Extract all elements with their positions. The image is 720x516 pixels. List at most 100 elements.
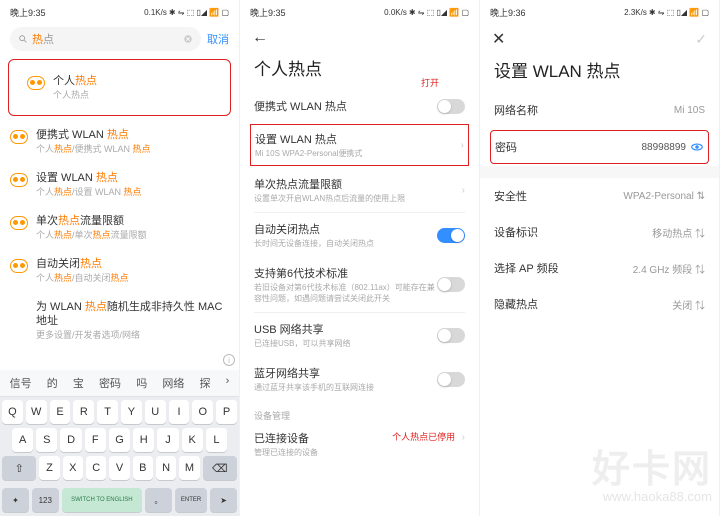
hotspot-icon (10, 259, 28, 273)
send-key[interactable]: ➤ (210, 488, 237, 512)
header: ✕ ✓ (480, 23, 719, 55)
key-n[interactable]: N (156, 456, 176, 480)
kb-row: ⇧ ZXCVBNM ⌫ (2, 456, 237, 480)
key-z[interactable]: Z (39, 456, 59, 480)
key-x[interactable]: X (63, 456, 83, 480)
status-icons: 0.0K/s✱ ⇋ ⬚ ▯◢ 📶 ▢ (384, 8, 469, 17)
result-highlight: 个人热点 个人热点 (8, 59, 231, 116)
kb-row: ASDFGHJKL (2, 428, 237, 452)
key-l[interactable]: L (206, 428, 227, 452)
row-network-name[interactable]: 网络名称 Mi 10S (480, 92, 719, 128)
chevron-right-icon: › (462, 432, 465, 443)
search-icon (18, 34, 28, 44)
info-icon[interactable]: i (223, 354, 235, 366)
key-p[interactable]: P (216, 400, 237, 424)
key-m[interactable]: M (179, 456, 199, 480)
toggle-auto-off[interactable] (437, 228, 465, 243)
row-password[interactable]: 密码 88998899 (491, 131, 708, 163)
search-result[interactable]: 便携式 WLAN 热点 个人热点/便携式 WLAN 热点 (0, 120, 239, 163)
row-auto-off[interactable]: 自动关闭热点 长时间无设备连接，自动关闭热点 (240, 213, 479, 257)
key-y[interactable]: Y (121, 400, 142, 424)
row-ap-band[interactable]: 选择 AP 频段 2.4 GHz 频段 ⇅ (480, 250, 719, 286)
backspace-key[interactable]: ⌫ (203, 456, 237, 480)
key-t[interactable]: T (97, 400, 118, 424)
hotspot-icon (27, 76, 45, 90)
key-e[interactable]: E (50, 400, 71, 424)
key-d[interactable]: D (60, 428, 81, 452)
key-o[interactable]: O (192, 400, 213, 424)
key-a[interactable]: A (12, 428, 33, 452)
status-time: 晚上9:36 (490, 6, 526, 19)
keyboard: i 信号 的 宝 密码 吗 网络 探 › QWERTYUIOP ASDFGHJK… (0, 370, 239, 516)
key-k[interactable]: K (182, 428, 203, 452)
cancel-button[interactable]: 取消 (207, 31, 229, 47)
screen-set-wlan: 晚上9:36 2.3K/s✱ ⇋ ⬚ ▯◢ 📶 ▢ ✕ ✓ 设置 WLAN 热点… (480, 0, 720, 516)
key-r[interactable]: R (73, 400, 94, 424)
kb-sugg-item[interactable]: 探 (199, 375, 212, 391)
status-bar: 晚上9:35 0.1K/s✱ ⇋ ⬚ ▯◢ 📶 ▢ (0, 0, 239, 23)
numeric-key[interactable]: 123 (32, 488, 59, 512)
status-bar: 晚上9:35 0.0K/s✱ ⇋ ⬚ ▯◢ 📶 ▢ (240, 0, 479, 23)
search-result[interactable]: 单次热点流量限额 个人热点/单次热点流量限额 (0, 206, 239, 249)
status-time: 晚上9:35 (10, 6, 46, 19)
row-device-id[interactable]: 设备标识 移动热点 ⇅ (480, 214, 719, 250)
row-wifi6[interactable]: 支持第6代技术标准 若旧设备对第6代技术标准（802.11ax）可能存在兼容性问… (240, 257, 479, 312)
search-result[interactable]: 自动关闭热点 个人热点/自动关闭热点 (0, 249, 239, 292)
toggle-usb[interactable] (437, 328, 465, 343)
screen-hotspot-main: 晚上9:35 0.0K/s✱ ⇋ ⬚ ▯◢ 📶 ▢ ← 个人热点 打开 便携式 … (240, 0, 480, 516)
kb-sugg-item[interactable]: 的 (46, 375, 59, 391)
emoji-key[interactable]: ✦ (2, 488, 29, 512)
row-security[interactable]: 安全性 WPA2-Personal ⇅ (480, 178, 719, 214)
screen-search: 晚上9:35 0.1K/s✱ ⇋ ⬚ ▯◢ 📶 ▢ 热点 取消 个人热点 个人热… (0, 0, 240, 516)
period-key[interactable]: 。 (145, 488, 172, 512)
row-bt-tether[interactable]: 蓝牙网络共享 通过蓝牙共享该手机的互联网连接 (240, 357, 479, 401)
kb-sugg-item[interactable]: 信号 (9, 375, 33, 391)
key-v[interactable]: V (109, 456, 129, 480)
search-input[interactable]: 热点 (32, 31, 179, 47)
search-box[interactable]: 热点 (10, 27, 201, 51)
key-w[interactable]: W (26, 400, 47, 424)
kb-sugg-item[interactable]: 吗 (135, 375, 148, 391)
search-bar: 热点 取消 (0, 23, 239, 55)
row-data-limit[interactable]: 单次热点流量限额 设置单次开启WLAN热点后流量的使用上限 › (240, 168, 479, 212)
enter-key[interactable]: ENTER (175, 488, 207, 512)
row-set-wlan[interactable]: 设置 WLAN 热点 Mi 10S WPA2-Personal便携式 › (251, 125, 468, 165)
close-button[interactable]: ✕ (492, 29, 505, 49)
key-c[interactable]: C (86, 456, 106, 480)
eye-icon[interactable] (690, 140, 704, 154)
key-j[interactable]: J (157, 428, 178, 452)
hotspot-icon (10, 216, 28, 230)
open-label: 打开 (419, 76, 441, 89)
kb-sugg-item[interactable]: 网络 (161, 375, 185, 391)
hotspot-icon (10, 130, 28, 144)
kb-sugg-item[interactable]: 宝 (72, 375, 85, 391)
shift-key[interactable]: ⇧ (2, 456, 36, 480)
key-f[interactable]: F (85, 428, 106, 452)
key-g[interactable]: G (109, 428, 130, 452)
toggle-portable[interactable] (437, 99, 465, 114)
search-result[interactable]: 设置 WLAN 热点 个人热点/设置 WLAN 热点 (0, 163, 239, 206)
status-icons: 0.1K/s✱ ⇋ ⬚ ▯◢ 📶 ▢ (144, 8, 229, 17)
row-usb-tether[interactable]: USB 网络共享 已连接USB，可以共享网络 (240, 313, 479, 357)
search-result[interactable]: 为 WLAN 热点随机生成非持久性 MAC 地址 更多设置/开发者选项/网络 (0, 292, 239, 349)
key-i[interactable]: I (169, 400, 190, 424)
key-b[interactable]: B (133, 456, 153, 480)
search-result[interactable]: 个人热点 个人热点 (17, 66, 222, 109)
toggle-bt[interactable] (437, 372, 465, 387)
key-h[interactable]: H (133, 428, 154, 452)
row-portable-wlan[interactable]: 打开 便携式 WLAN 热点 (240, 90, 479, 122)
row-connected-devices[interactable]: 已连接设备 管理已连接的设备 个人热点已停用 › (240, 424, 479, 464)
confirm-button[interactable]: ✓ (695, 31, 707, 48)
highlight-set-wlan: 设置 WLAN 热点 Mi 10S WPA2-Personal便携式 › (250, 124, 469, 166)
toggle-wifi6[interactable] (437, 277, 465, 292)
key-u[interactable]: U (145, 400, 166, 424)
key-s[interactable]: S (36, 428, 57, 452)
clear-icon[interactable] (183, 34, 193, 44)
row-hide-hotspot[interactable]: 隐藏热点 关闭 ⇅ (480, 286, 719, 322)
section-label: 设备管理 (240, 401, 479, 424)
chevron-right-icon[interactable]: › (225, 375, 231, 391)
kb-sugg-item[interactable]: 密码 (98, 375, 122, 391)
back-button[interactable]: ← (240, 23, 479, 53)
lang-switch-key[interactable]: SWITCH TO ENGLISH (62, 488, 142, 512)
key-q[interactable]: Q (2, 400, 23, 424)
